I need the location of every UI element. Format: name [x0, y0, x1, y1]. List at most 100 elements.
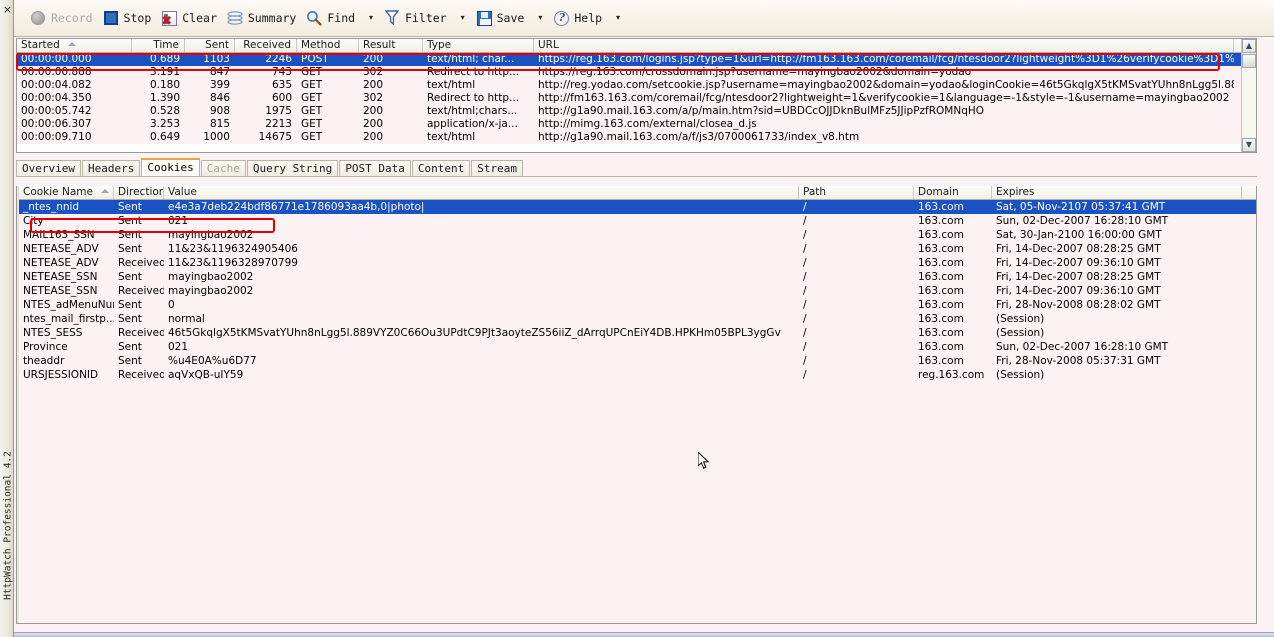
- chevron-down-icon[interactable]: ▾: [616, 13, 620, 23]
- requests_grid-cell-received: 2213: [265, 118, 292, 130]
- requests_grid-row[interactable]: 00:00:00.000 0.689 1103 2246 POST 200 text/htm…: [17, 53, 1256, 66]
- cookies_grid-cell-path: /: [803, 313, 807, 325]
- cookies_grid-row[interactable]: NETEASE_SSN Received mayingbao2002 / 163.com…: [19, 284, 1256, 298]
- chevron-down-icon[interactable]: ▾: [369, 13, 373, 23]
- requests_grid-cell-time: 3.191: [149, 66, 180, 78]
- cookies_grid-cell-value: aqVxQB-uIY59: [168, 369, 244, 381]
- requests_grid-header-label: Started: [21, 39, 60, 51]
- cookies_grid-cell-name: MAIL163_SSN: [23, 229, 95, 241]
- cookies_grid-row[interactable]: Province Sent 021 / 163.com Sun, 02-Dec-2007 …: [19, 340, 1256, 354]
- requests_grid-row[interactable]: 00:00:04.082 0.180 399 635 GET 200 text/html ht…: [17, 79, 1256, 92]
- toolbar-button-filter[interactable]: Filter: [381, 5, 450, 31]
- requests_grid-header-method[interactable]: Method: [297, 39, 359, 52]
- cookies_grid-row[interactable]: NTES_SESS Received 46t5GkqlgX5tKMSvatYUhn8…: [19, 326, 1256, 340]
- detail-tabs[interactable]: Overview Headers Cookies Cache Query String P…: [16, 158, 1257, 177]
- requests_grid-cell-result: 200: [363, 131, 384, 143]
- requests_grid-cell-time: 3.253: [149, 118, 180, 130]
- requests_grid-cell-url: http://g1a90.mail.163.com/a/f/js3/070006…: [538, 131, 860, 143]
- requests_grid-cell-result: 302: [363, 92, 384, 104]
- cookies_grid-cell-expires: Sun, 02-Dec-2007 16:28:10 GMT: [996, 215, 1169, 227]
- scroll-up-icon[interactable]: ▲: [1242, 39, 1256, 53]
- requests_grid-cell-received: 2246: [265, 53, 292, 65]
- requests_grid-row[interactable]: 00:00:04.350 1.390 846 600 GET 302 Redirect to…: [17, 92, 1256, 105]
- cookies_grid-header-expires[interactable]: Expires: [992, 186, 1242, 199]
- toolbar-button-find[interactable]: Find: [303, 5, 358, 31]
- stop-icon: [103, 10, 119, 26]
- cookies_grid-cell-name: Province: [23, 341, 68, 353]
- tab-overview[interactable]: Overview: [16, 160, 81, 176]
- sort-ascending-icon: [67, 42, 76, 46]
- scrollbar-track[interactable]: [1242, 68, 1256, 137]
- cookies_grid-cell-path: /: [803, 285, 807, 297]
- chevron-down-icon[interactable]: ▾: [538, 13, 542, 23]
- cookies_grid-cell-name: NETEASE_ADV: [23, 257, 99, 269]
- cookies_grid-row[interactable]: NTES_adMenuNum Sent 0 / 163.com Fri, 28-Nov-2…: [19, 298, 1256, 312]
- requests_grid-header-sent[interactable]: Sent: [185, 39, 235, 52]
- requests_grid-header-type[interactable]: Type: [423, 39, 534, 52]
- requests-grid-rows[interactable]: 00:00:00.000 0.689 1103 2246 POST 200 text/htm…: [17, 53, 1256, 144]
- chevron-down-icon[interactable]: ▾: [461, 13, 465, 23]
- toolbar-button-label: Filter: [405, 11, 447, 25]
- tab-cookies[interactable]: Cookies: [141, 158, 200, 176]
- requests_grid-cell-type: text/html;chars...: [427, 105, 518, 117]
- toolbar-button-clear[interactable]: ✖ Clear: [158, 5, 220, 31]
- cookies_grid-header-direction[interactable]: Direction: [114, 186, 164, 199]
- tab-query-string[interactable]: Query String: [246, 160, 339, 176]
- requests_grid-row[interactable]: 00:00:05.742 0.528 908 1975 GET 200 text/html;…: [17, 105, 1256, 118]
- requests_grid-header-url[interactable]: URL: [534, 39, 1234, 52]
- cookies_grid-header-domain[interactable]: Domain: [914, 186, 992, 199]
- cookies_grid-row[interactable]: NETEASE_ADV Received 11&23&1196328970799 / 1…: [19, 256, 1256, 270]
- requests_grid-cell-received: 743: [271, 66, 292, 78]
- requests_grid-row[interactable]: 00:00:00.888 3.191 847 743 GET 302 Redirect to…: [17, 66, 1256, 79]
- requests_grid-cell-time: 1.390: [149, 92, 180, 104]
- filter-icon: [384, 10, 400, 26]
- cookies_grid-row[interactable]: theaddr Sent %u4E0A%u6D77 / 163.com Fri, 28-N…: [19, 354, 1256, 368]
- tab-content[interactable]: Content: [411, 160, 471, 176]
- close-icon[interactable]: ×: [2, 4, 13, 16]
- requests_grid-header-received[interactable]: Received: [235, 39, 297, 52]
- cookies_grid-cell-name: NTES_adMenuNum: [23, 299, 114, 311]
- cookies_grid-cell-value: 0: [168, 299, 175, 311]
- requests_grid-row[interactable]: 00:00:06.307 3.253 815 2213 GET 200 applicatio…: [17, 118, 1256, 131]
- requests_grid-header-time[interactable]: Time: [132, 39, 185, 52]
- cookies_grid-cell-name: NTES_SESS: [23, 327, 83, 339]
- scrollbar-thumb[interactable]: [1242, 54, 1256, 68]
- tab-post-data[interactable]: POST Data: [339, 160, 411, 176]
- cookies_grid-row[interactable]: NETEASE_SSN Sent mayingbao2002 / 163.com Fri,…: [19, 270, 1256, 284]
- cookies_grid-cell-domain: 163.com: [918, 327, 964, 339]
- tab-headers[interactable]: Headers: [81, 160, 141, 176]
- toolbar-button-save[interactable]: Save: [473, 5, 528, 31]
- requests_grid-header-started[interactable]: Started: [17, 39, 132, 52]
- toolbar-button-stop[interactable]: Stop: [100, 5, 155, 31]
- cookies_grid-row[interactable]: MAIL163_SSN Sent mayingbao2002 / 163.com Sat,…: [19, 228, 1256, 242]
- cookies_grid-cell-domain: 163.com: [918, 271, 964, 283]
- requests-grid-header: Started Time Sent Received Method Result Type U…: [17, 39, 1256, 53]
- toolbar-button-help[interactable]: ? Help: [550, 5, 605, 31]
- cookies_grid-cell-direction: Sent: [118, 201, 142, 213]
- scroll-down-icon[interactable]: ▼: [1242, 138, 1256, 152]
- requests_grid-header-label: Time: [153, 39, 179, 51]
- tab-stream[interactable]: Stream: [471, 160, 524, 176]
- cookies_grid-header-path[interactable]: Path: [799, 186, 914, 199]
- cookies-grid[interactable]: Cookie Name Direction Value Path Domain Expir…: [16, 186, 1257, 624]
- requests-grid[interactable]: Started Time Sent Received Method Result Type U…: [16, 38, 1257, 153]
- toolbar-button-summary[interactable]: Summary: [224, 5, 299, 31]
- help-icon: ?: [553, 10, 570, 26]
- cookies_grid-header-name[interactable]: Cookie Name: [19, 186, 114, 199]
- cookies_grid-row[interactable]: NETEASE_ADV Sent 11&23&1196324905406 / 163.c…: [19, 242, 1256, 256]
- requests_grid-header-result[interactable]: Result: [359, 39, 423, 52]
- cookies-grid-rows[interactable]: _ntes_nnid Sent e4e3a7deb224bdf86771e17860…: [19, 200, 1256, 382]
- requests-grid-scrollbar[interactable]: ▲ ▼: [1241, 39, 1256, 152]
- cookies_grid-cell-path: /: [803, 257, 807, 269]
- cookies_grid-row[interactable]: ntes_mail_firstp... Sent normal / 163.com (Se…: [19, 312, 1256, 326]
- requests_grid-cell-url: https://reg.163.com/crossdomain.jsp?user…: [538, 66, 972, 78]
- cookies_grid-cell-direction: Sent: [118, 313, 142, 325]
- requests_grid-row[interactable]: 00:00:09.710 0.649 1000 14675 GET 200 text/htm…: [17, 131, 1256, 144]
- cookies_grid-cell-domain: 163.com: [918, 229, 964, 241]
- cookies_grid-row[interactable]: City Sent 021 / 163.com Sun, 02-Dec-2007 16:2…: [19, 214, 1256, 228]
- cookies_grid-row[interactable]: URSJESSIONID Received aqVxQB-uIY59 / reg.163…: [19, 368, 1256, 382]
- cookies_grid-cell-value: mayingbao2002: [168, 285, 254, 297]
- cookies_grid-cell-name: NETEASE_SSN: [23, 285, 98, 297]
- cookies_grid-row[interactable]: _ntes_nnid Sent e4e3a7deb224bdf86771e17860…: [19, 200, 1256, 214]
- cookies_grid-header-value[interactable]: Value: [164, 186, 799, 199]
